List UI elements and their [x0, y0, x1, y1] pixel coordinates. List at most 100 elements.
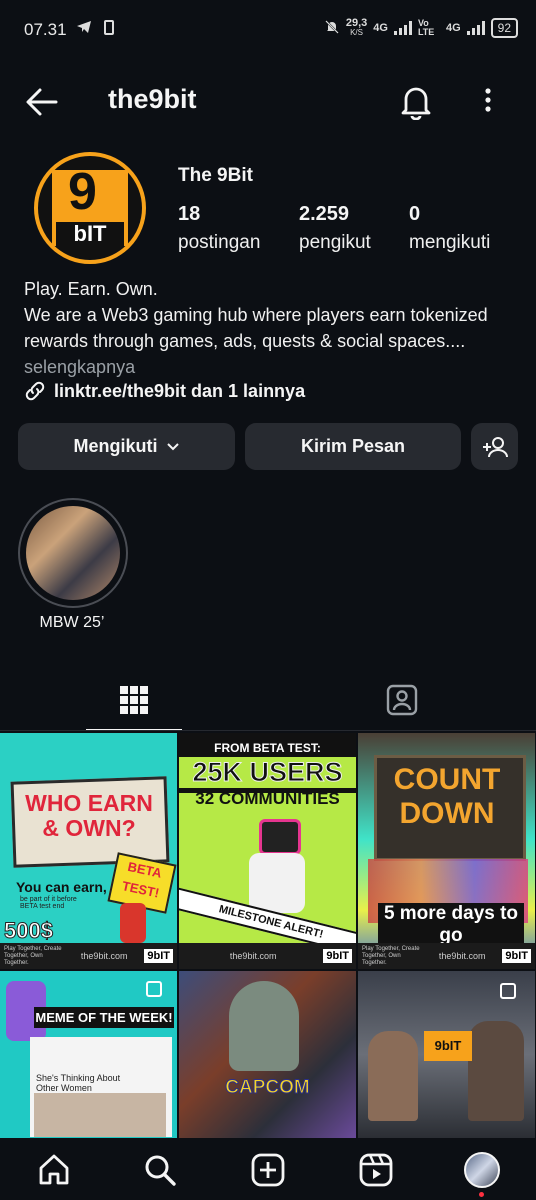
add-person-icon	[482, 436, 508, 457]
post-thumbnail-3[interactable]: COUNT DOWN 5 more days to go Play Togeth…	[358, 733, 535, 969]
chevron-down-icon	[166, 442, 179, 450]
post-6-logo: 9bIT	[424, 1031, 472, 1061]
nav-profile[interactable]	[462, 1150, 502, 1190]
back-button[interactable]	[24, 84, 60, 125]
profile-avatar[interactable]: 9 bIT	[34, 152, 146, 264]
post-4-headline: MEME OF THE WEEK!	[34, 1007, 174, 1028]
bio-line-2: We are a Web3 gaming hub where players e…	[24, 305, 488, 351]
net-type-2: 4G	[445, 22, 461, 34]
sim-icon	[104, 20, 114, 35]
avatar-logo-bit: bIT	[56, 222, 124, 246]
post-thumbnail-2[interactable]: FROM BETA TEST: 25K USERS 32 COMMUNITIES…	[179, 733, 356, 969]
volte-label: Vo LTE	[417, 18, 435, 37]
post-6-person-2	[468, 1021, 524, 1121]
stat-following-label: mengikuti	[409, 232, 491, 253]
post-3-site: the9bit.com	[438, 951, 486, 961]
mute-icon	[324, 19, 340, 38]
net-type-1: 4G	[373, 22, 388, 34]
post-thumbnail-6[interactable]: 9bIT	[358, 971, 535, 1138]
plus-square-icon	[251, 1153, 285, 1187]
post-1-footer: Play Together, Create Together, Own Toge…	[0, 943, 177, 969]
following-button[interactable]: Mengikuti	[18, 423, 235, 470]
post-2-footer: the9bit.com 9bIT	[179, 943, 356, 969]
bio-line-1: Play. Earn. Own.	[24, 279, 158, 299]
post-thumbnail-1[interactable]: WHO EARN & OWN? BETA TEST! You can earn,…	[0, 733, 177, 969]
tabs-divider	[0, 730, 536, 731]
stat-posts-label: postingan	[178, 232, 261, 253]
post-thumbnail-5[interactable]: CAPCOM	[179, 971, 356, 1138]
nav-reels[interactable]	[356, 1150, 396, 1190]
post-3-tagline: Play Together, Create Together, Own Toge…	[362, 945, 420, 966]
post-2-kicker: FROM BETA TEST:	[214, 741, 321, 755]
nav-search[interactable]	[140, 1150, 180, 1190]
search-icon	[145, 1155, 176, 1186]
highlight-label: MBW 25’	[39, 614, 105, 631]
signal-icon	[393, 21, 412, 35]
post-4-meme-photo	[34, 1093, 166, 1137]
bio-more-link[interactable]: selengkapnya	[24, 357, 135, 377]
profile-link-text: linktr.ee/the9bit dan 1 lainnya	[54, 380, 306, 401]
notification-dot	[479, 1192, 484, 1197]
post-3-logo: 9bIT	[502, 949, 531, 963]
post-1-site: the9bit.com	[80, 951, 128, 961]
post-2-headline: 25K USERS	[179, 757, 356, 788]
post-thumbnail-4[interactable]: MEME OF THE WEEK! She's Thinking About O…	[0, 971, 177, 1138]
status-bar: 07.31 29,3 K/S 4G Vo LTE 4G 92	[0, 0, 536, 62]
post-6-person-1	[368, 1031, 418, 1121]
stat-posts[interactable]: 18 postingan	[178, 203, 260, 254]
avatar-logo-nine: 9	[68, 163, 97, 221]
post-2-character-head	[259, 819, 301, 855]
post-2-character-body	[249, 853, 305, 913]
message-button[interactable]: Kirim Pesan	[245, 423, 461, 470]
add-user-button[interactable]	[471, 423, 518, 470]
tab-posts-grid[interactable]	[86, 670, 182, 731]
home-icon	[39, 1154, 69, 1185]
grid-icon	[120, 686, 148, 714]
following-button-label: Mengikuti	[73, 436, 158, 456]
battery-indicator: 92	[490, 18, 518, 38]
post-2-site: the9bit.com	[229, 951, 277, 961]
nav-create[interactable]	[248, 1150, 288, 1190]
message-button-label: Kirim Pesan	[300, 436, 406, 456]
page-title: the9bit	[108, 84, 197, 114]
stat-posts-value: 18	[178, 203, 201, 225]
highlight-cover-image	[26, 506, 120, 600]
stat-following[interactable]: 0 mengikuti	[409, 203, 490, 254]
tab-tagged[interactable]	[354, 670, 450, 730]
nav-home[interactable]	[34, 1150, 74, 1190]
profile-avatar-small	[464, 1152, 500, 1188]
network-speed-unit: K/S	[350, 28, 363, 37]
profile-link[interactable]: linktr.ee/the9bit dan 1 lainnya	[24, 380, 305, 402]
post-4-caption: She's Thinking About Other Women	[36, 1073, 121, 1093]
post-5-headline: CAPCOM	[225, 1077, 310, 1099]
post-1-subtitle: You can earn,	[16, 879, 107, 895]
stat-following-value: 0	[409, 203, 421, 225]
more-options-button[interactable]	[478, 86, 498, 121]
story-highlight[interactable]	[18, 498, 128, 608]
post-1-amount: 500$	[4, 918, 54, 944]
post-3-headline: COUNT DOWN	[393, 763, 501, 830]
stat-followers[interactable]: 2.259 pengikut	[299, 203, 371, 254]
post-2-subtitle: 32 COMMUNITIES	[195, 789, 340, 808]
profile-bio: Play. Earn. Own. We are a Web3 gaming hu…	[24, 276, 514, 380]
carousel-icon	[146, 981, 162, 997]
tagged-person-icon	[386, 684, 418, 716]
status-right: 29,3 K/S 4G Vo LTE 4G 92	[324, 18, 518, 38]
avatar-logo: 9 bIT	[52, 166, 128, 246]
post-1-subtitle-2: be part of it before BETA test end	[20, 896, 77, 910]
post-2-logo: 9bIT	[323, 949, 352, 963]
reels-icon	[359, 1153, 393, 1187]
post-5-character	[229, 981, 299, 1071]
post-1-logo: 9bIT	[144, 949, 173, 963]
bell-icon	[401, 87, 431, 121]
notifications-button[interactable]	[398, 82, 434, 125]
telegram-icon	[76, 20, 92, 38]
arrow-left-icon	[26, 88, 58, 116]
display-name: The 9Bit	[178, 165, 253, 186]
carousel-icon	[500, 983, 516, 999]
stat-followers-value: 2.259	[299, 203, 350, 225]
post-1-tagline: Play Together, Create Together, Own Toge…	[4, 945, 62, 966]
post-3-footer: Play Together, Create Together, Own Toge…	[358, 943, 535, 969]
post-3-subtitle: 5 more days to go	[378, 903, 524, 947]
post-1-robot	[120, 903, 146, 943]
